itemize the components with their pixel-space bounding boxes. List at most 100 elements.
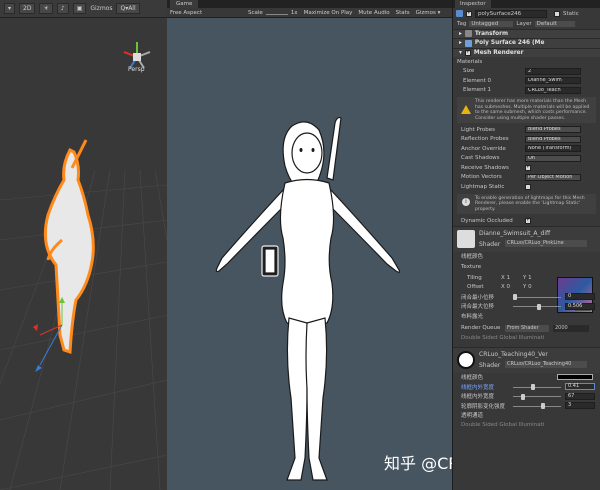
slider1-value[interactable]: 0 xyxy=(565,293,595,301)
expand-arrow-icon[interactable]: ▸ xyxy=(459,31,462,37)
slider2[interactable] xyxy=(513,303,561,310)
prop-light-probes: Light Probes Blend Probes xyxy=(453,125,600,135)
scene-character xyxy=(43,139,95,355)
dynamic-occluded-label: Dynamic Occluded xyxy=(461,217,513,224)
element1-label: Element 1 xyxy=(463,87,492,94)
width-in-label: 线框内外宽度 xyxy=(461,384,495,391)
tag-layer-row: Tag Untagged Layer Default xyxy=(453,19,600,29)
mute-toggle[interactable]: Mute Audio xyxy=(355,10,392,16)
layer-dropdown[interactable]: Default xyxy=(534,20,575,27)
render-queue-row: Render Queue From Shader 2000 xyxy=(453,324,600,334)
element0-field[interactable]: Dianne_Swim xyxy=(525,77,581,85)
object-header: polySurface246 Static xyxy=(453,8,600,19)
render-queue-value[interactable]: 2000 xyxy=(553,324,589,332)
cloth-label: 布料露光 xyxy=(461,313,484,320)
tiling-x-field[interactable]: X 1 xyxy=(501,275,510,281)
lightmap-static-checkbox[interactable] xyxy=(525,183,531,190)
mesh-renderer-component[interactable]: ▾ Mesh Renderer xyxy=(453,47,600,57)
line-color-label: 线框颜色 xyxy=(461,254,484,261)
prop-label: Cast Shadows xyxy=(461,155,500,162)
texture-label: Texture xyxy=(461,264,482,270)
prop-motion-vectors: Motion Vectors Per Object Motion xyxy=(453,173,600,183)
scale-value: 1x xyxy=(290,9,298,16)
game-tabstrip: Game xyxy=(167,0,452,8)
size-label: Size xyxy=(463,68,475,75)
aspect-dropdown[interactable]: Free Aspect xyxy=(167,10,245,16)
mesh-icon xyxy=(464,39,472,47)
material2-shader-dropdown[interactable]: CRLuo/CRLuo_Teaching40 xyxy=(505,360,587,368)
tag-dropdown[interactable]: Untagged xyxy=(469,20,514,27)
cast-shadows-dropdown[interactable]: On xyxy=(525,154,581,162)
width-in-value[interactable]: 0.41 xyxy=(565,383,595,391)
material1-header[interactable]: Dianne_Swimsuit_A_diff Shader CRLuo/CRLu… xyxy=(453,225,600,252)
receive-shadows-checkbox[interactable] xyxy=(525,163,531,171)
mesh-renderer-title: Mesh Renderer xyxy=(473,49,524,56)
tab-inspector[interactable]: Inspector xyxy=(455,0,491,8)
mat1-cloth-row: 布料露光 xyxy=(453,311,600,321)
transform-title: Transform xyxy=(474,30,508,37)
maximize-toggle[interactable]: Maximize On Play xyxy=(301,10,356,16)
tag-label: Tag xyxy=(457,20,467,27)
transform-component[interactable]: ▸ Transform xyxy=(453,28,600,38)
persp-label[interactable]: Persp xyxy=(128,66,145,73)
element0-row: Element 0 Dianne_Swim xyxy=(453,76,600,86)
info-icon: i xyxy=(462,197,470,206)
mesh-filter-title: Poly Surface 246 (Me xyxy=(474,40,545,47)
mesh-filter-component[interactable]: ▸ Poly Surface 246 (Me xyxy=(453,38,600,48)
prop-label: Receive Shadows xyxy=(461,164,509,171)
line-color-label: 线框颜色 xyxy=(461,375,484,382)
stats-toggle[interactable]: Stats xyxy=(393,10,413,16)
offset-y-field[interactable]: Y 0 xyxy=(523,284,532,290)
mat2-edge-row: 轮廓阴影变化强度 3 xyxy=(453,401,600,411)
mat2-line-color-row: 线框颜色 xyxy=(453,373,600,383)
mesh-renderer-checkbox[interactable] xyxy=(464,48,471,56)
prop-label: Anchor Override xyxy=(461,145,506,152)
element1-field[interactable]: CRLuo_Teach xyxy=(525,86,581,94)
materials-heading[interactable]: Materials xyxy=(453,57,600,67)
prop-reflection-probes: Reflection Probes Blend Probes xyxy=(453,135,600,145)
material2-header[interactable]: CRLuo_Teaching40_Ver Shader CRLuo/CRLuo_… xyxy=(453,346,600,373)
tab-game[interactable]: Game xyxy=(170,0,199,8)
lightmap-info-text: To enable generation of lightmaps for th… xyxy=(475,195,585,212)
game-render xyxy=(215,116,401,481)
active-checkbox[interactable] xyxy=(466,9,472,17)
object-name-field[interactable]: polySurface246 xyxy=(475,9,547,18)
material1-shader-dropdown[interactable]: CRLuo/CRLuo_PinkLine xyxy=(505,239,587,247)
scene-view[interactable]: ▾ 2D ☀ ♪ ▣ Gizmos Q▾All Persp xyxy=(0,0,167,490)
mat2-dsgi-row: Double Sided Global Illuminati xyxy=(453,420,600,430)
render-queue-dropdown[interactable]: From Shader xyxy=(505,324,549,332)
width-out-slider[interactable] xyxy=(513,393,561,400)
expand-arrow-icon[interactable]: ▸ xyxy=(459,40,462,46)
line-color-swatch[interactable] xyxy=(557,374,593,381)
slider1[interactable] xyxy=(513,294,561,300)
motion-vectors-dropdown[interactable]: Per Object Motion xyxy=(525,173,581,181)
light-probes-dropdown[interactable]: Blend Probes xyxy=(525,126,581,134)
mat1-line-color-row: 线框颜色 xyxy=(453,252,600,262)
offset-x-field[interactable]: X 0 xyxy=(501,284,510,290)
collapse-arrow-icon[interactable]: ▾ xyxy=(459,50,462,56)
static-checkbox[interactable] xyxy=(554,10,560,17)
reflection-probes-dropdown[interactable]: Blend Probes xyxy=(525,135,581,143)
materials-size-row: Size 2 xyxy=(453,67,600,77)
size-field[interactable]: 2 xyxy=(525,67,581,75)
dynamic-occluded-checkbox[interactable] xyxy=(525,216,531,224)
edge-value[interactable]: 3 xyxy=(565,402,595,410)
width-out-value[interactable]: 67 xyxy=(565,392,595,400)
prop-cast-shadows: Cast Shadows On xyxy=(453,154,600,164)
slider2-label: 闭合最大位移 xyxy=(461,304,495,311)
scale-slider[interactable] xyxy=(265,10,288,15)
mat2-w-in-row: 线框内外宽度 0.41 xyxy=(453,382,600,392)
game-gizmos-dropdown[interactable]: Gizmos ▾ xyxy=(413,10,444,16)
offset-row: Offset X 0 Y 0 xyxy=(453,283,600,293)
inspector-panel: Inspector polySurface246 Static Tag Unta… xyxy=(452,0,600,490)
mat1-slider1-row: 闭合最小位移 0 xyxy=(453,292,600,302)
element0-label: Element 0 xyxy=(463,77,492,84)
game-view[interactable]: Game Free Aspect Scale 1x Maximize On Pl… xyxy=(167,0,452,490)
material2-name: CRLuo_Teaching40_Ver xyxy=(479,350,548,358)
edge-slider[interactable] xyxy=(513,403,561,409)
slider2-value[interactable]: 0.506 xyxy=(565,302,595,310)
width-in-slider[interactable] xyxy=(513,384,561,390)
anchor-override-field[interactable]: None (Transform) xyxy=(525,145,581,153)
gameobject-icon xyxy=(456,10,463,17)
tiling-y-field[interactable]: Y 1 xyxy=(523,275,532,281)
